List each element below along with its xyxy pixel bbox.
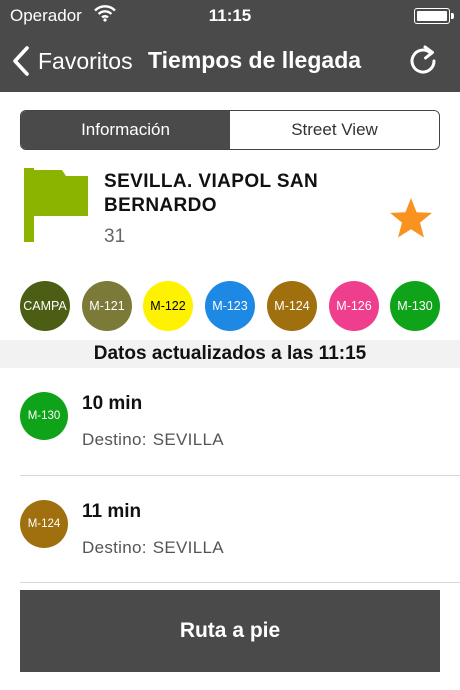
line-badge-m-121[interactable]: M-121 bbox=[82, 281, 132, 331]
back-label: Favoritos bbox=[38, 47, 133, 74]
walking-route-button[interactable]: Ruta a pie bbox=[20, 590, 440, 672]
line-badges: CAMPA M-121 M-122 M-123 M-124 M-126 M-130 bbox=[20, 281, 440, 333]
arrival-time: 10 min bbox=[82, 393, 143, 414]
arrival-destination: Destino: SEVILLA bbox=[82, 430, 224, 450]
favorite-star-icon[interactable] bbox=[388, 196, 434, 240]
arrival-line-badge: M-124 bbox=[20, 500, 68, 548]
line-badge-m-123[interactable]: M-123 bbox=[205, 281, 255, 331]
battery-icon bbox=[414, 8, 454, 24]
stop-header: SEVILLA. VIAPOL SAN BERNARDO 31 bbox=[0, 160, 460, 270]
flag-icon bbox=[24, 168, 88, 242]
arrival-row[interactable]: M-124 11 min Destino: SEVILLA bbox=[0, 476, 460, 584]
arrival-time: 11 min bbox=[82, 501, 142, 522]
status-bar: Operador 11:15 bbox=[0, 0, 460, 30]
page-title: Tiempos de llegada bbox=[148, 47, 362, 73]
tab-informacion[interactable]: Información bbox=[21, 111, 230, 149]
top-bar: Operador 11:15 Favoritos Tiempos de lleg… bbox=[0, 0, 460, 92]
view-segmented-control: Información Street View bbox=[20, 110, 440, 150]
arrival-row[interactable]: M-130 10 min Destino: SEVILLA bbox=[0, 368, 460, 476]
tab-street-view[interactable]: Street View bbox=[230, 111, 439, 149]
line-badge-m-122[interactable]: M-122 bbox=[143, 281, 193, 331]
line-badge-m-130[interactable]: M-130 bbox=[390, 281, 440, 331]
status-time: 11:15 bbox=[208, 6, 252, 25]
divider bbox=[20, 582, 460, 583]
destination-label: Destino: bbox=[82, 430, 147, 449]
refresh-icon[interactable] bbox=[406, 43, 440, 79]
chevron-left-icon bbox=[13, 46, 29, 76]
arrival-destination: Destino: SEVILLA bbox=[82, 538, 224, 558]
navigation-bar: Favoritos Tiempos de llegada bbox=[0, 30, 460, 92]
back-button[interactable]: Favoritos bbox=[8, 44, 133, 78]
stop-name: SEVILLA. VIAPOL SAN BERNARDO bbox=[104, 171, 319, 216]
updated-banner: Datos actualizados a las 11:15 bbox=[0, 340, 460, 368]
arrival-line-badge: M-130 bbox=[20, 392, 68, 440]
stop-code: 31 bbox=[104, 226, 126, 247]
line-badge-campa[interactable]: CAMPA bbox=[20, 281, 70, 331]
destination-value: SEVILLA bbox=[152, 538, 224, 557]
line-badge-m-126[interactable]: M-126 bbox=[329, 281, 379, 331]
line-badge-m-124[interactable]: M-124 bbox=[267, 281, 317, 331]
destination-label: Destino: bbox=[82, 538, 147, 557]
destination-value: SEVILLA bbox=[152, 430, 224, 449]
